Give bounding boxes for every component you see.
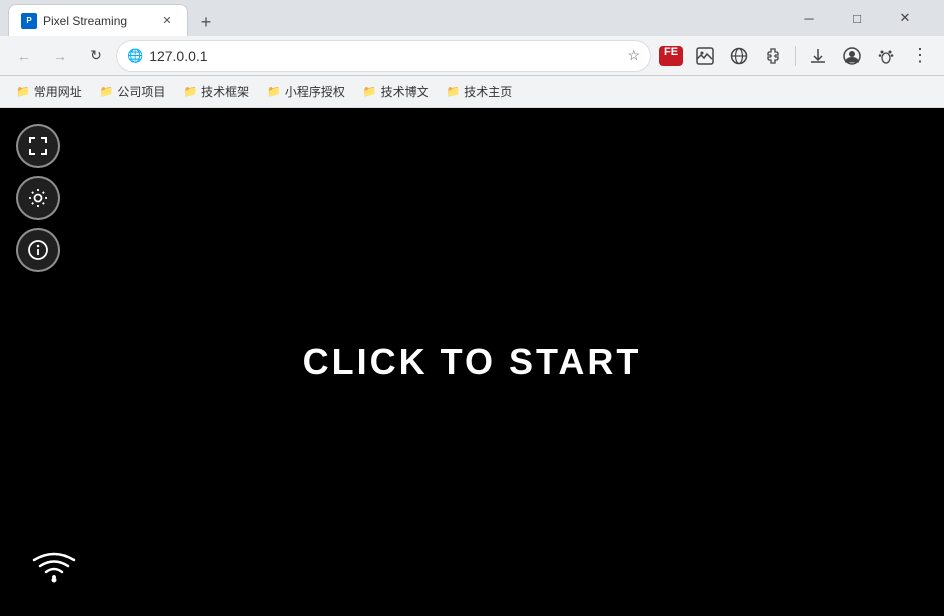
toolbar-divider	[795, 46, 796, 66]
minimize-button[interactable]: ─	[786, 2, 832, 34]
close-button[interactable]: ✕	[882, 2, 928, 34]
menu-button[interactable]: ⋮	[904, 40, 936, 72]
tab-favicon: P	[21, 13, 37, 29]
wifi-icon	[30, 551, 78, 587]
download-button[interactable]	[802, 40, 834, 72]
address-bar[interactable]: 🌐 ☆	[116, 40, 651, 72]
window-controls: ─ □ ✕	[786, 2, 928, 34]
title-bar: P Pixel Streaming ✕ + ─ □ ✕	[0, 0, 944, 36]
fe-label: FE	[659, 46, 683, 66]
extensions-button[interactable]	[757, 40, 789, 72]
fullscreen-button[interactable]	[16, 124, 60, 168]
tabs-area: P Pixel Streaming ✕ +	[8, 0, 782, 36]
folder-icon: 📁	[267, 85, 281, 98]
new-tab-button[interactable]: +	[192, 8, 220, 36]
tab-title: Pixel Streaming	[43, 14, 153, 28]
image-button[interactable]	[689, 40, 721, 72]
paw-icon	[877, 47, 895, 65]
bookmark-item[interactable]: 📁 小程序授权	[259, 79, 353, 104]
address-input[interactable]	[149, 48, 621, 64]
fullscreen-icon	[27, 135, 49, 157]
paw-button[interactable]	[870, 40, 902, 72]
tab-close-button[interactable]: ✕	[159, 13, 175, 29]
click-to-start[interactable]: CLICK TO START	[303, 341, 642, 383]
info-button[interactable]	[16, 228, 60, 272]
toolbar-actions: FE ⋮	[655, 40, 936, 72]
active-tab[interactable]: P Pixel Streaming ✕	[8, 4, 188, 36]
bookmark-label: 技术框架	[201, 83, 249, 100]
folder-icon: 📁	[16, 85, 30, 98]
folder-icon: 📁	[183, 85, 197, 98]
profile-icon	[843, 47, 861, 65]
folder-icon: 📁	[100, 85, 114, 98]
bookmark-label: 常用网址	[34, 83, 82, 100]
extensions-icon	[764, 47, 782, 65]
image-icon	[696, 47, 714, 65]
forward-button[interactable]: →	[44, 40, 76, 72]
settings-icon	[27, 187, 49, 209]
bookmark-item[interactable]: 📁 公司项目	[92, 79, 174, 104]
address-protocol-icon: 🌐	[127, 48, 143, 64]
bookmark-label: 技术博文	[381, 83, 429, 100]
folder-icon: 📁	[447, 85, 461, 98]
reload-button[interactable]: ↻	[80, 40, 112, 72]
settings-button[interactable]	[16, 176, 60, 220]
globe-icon	[730, 47, 748, 65]
content-area[interactable]: CLICK TO START	[0, 108, 944, 616]
sidebar-controls	[16, 124, 60, 272]
back-button[interactable]: ←	[8, 40, 40, 72]
bookmark-star-icon[interactable]: ☆	[627, 47, 640, 64]
wifi-indicator	[30, 551, 78, 592]
bookmark-label: 技术主页	[464, 83, 512, 100]
bookmark-label: 小程序授权	[285, 83, 345, 100]
download-icon	[809, 47, 827, 65]
bookmark-item[interactable]: 📁 技术主页	[439, 79, 521, 104]
bookmark-item[interactable]: 📁 技术博文	[355, 79, 437, 104]
bookmark-item[interactable]: 📁 常用网址	[8, 79, 90, 104]
nav-bar: ← → ↻ 🌐 ☆ FE	[0, 36, 944, 76]
maximize-button[interactable]: □	[834, 2, 880, 34]
bookmarks-bar: 📁 常用网址 📁 公司项目 📁 技术框架 📁 小程序授权 📁 技术博文 📁 技术…	[0, 76, 944, 108]
globe-button[interactable]	[723, 40, 755, 72]
bookmark-label: 公司项目	[117, 83, 165, 100]
folder-icon: 📁	[363, 85, 377, 98]
bookmark-item[interactable]: 📁 技术框架	[175, 79, 257, 104]
browser-window: P Pixel Streaming ✕ + ─ □ ✕ ← → ↻ 🌐 ☆ FE	[0, 0, 944, 616]
fe-extension-button[interactable]: FE	[655, 40, 687, 72]
info-icon	[27, 239, 49, 261]
profile-button[interactable]	[836, 40, 868, 72]
